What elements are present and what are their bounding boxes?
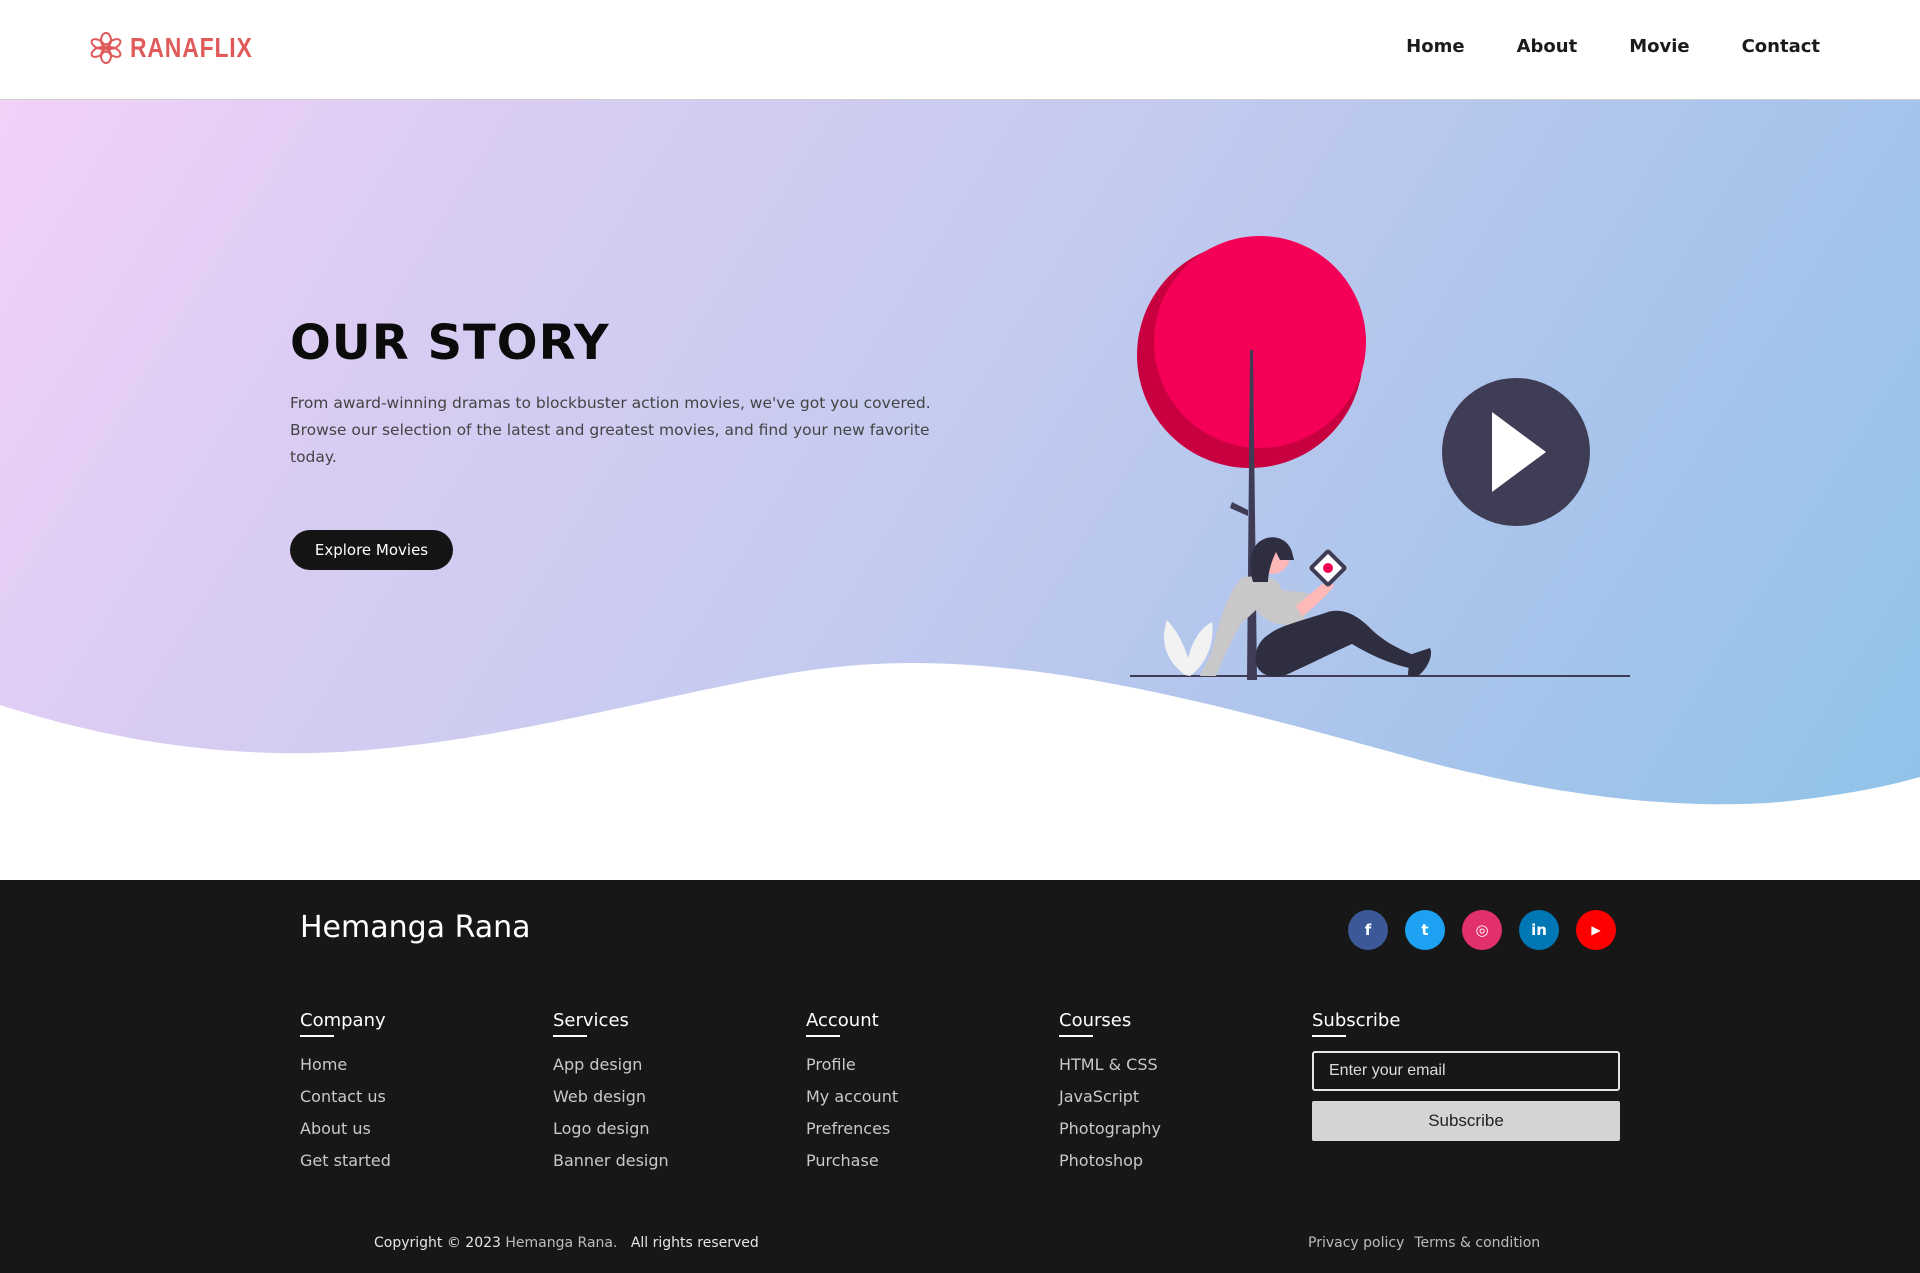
- footer-col-title: Account: [806, 1010, 879, 1037]
- footer-link[interactable]: Prefrences: [806, 1113, 1059, 1145]
- footer-columns: Company Home Contact us About us Get sta…: [300, 1010, 1312, 1177]
- copyright-name[interactable]: Hemanga Rana.: [505, 1235, 617, 1251]
- film-reel-icon: [90, 32, 122, 64]
- site-footer: Hemanga Rana f t ◎ in ▶ Company Home Con…: [0, 880, 1920, 1273]
- nav-contact[interactable]: Contact: [1742, 36, 1820, 57]
- logo[interactable]: RANAFLIX: [90, 31, 280, 65]
- footer-brand: Hemanga Rana: [300, 910, 531, 945]
- hero-title: OUR STORY: [290, 315, 610, 371]
- copyright: Copyright © 2023 Hemanga Rana. All right…: [374, 1235, 759, 1251]
- subscribe-section: Subscribe Subscribe: [1312, 1010, 1620, 1141]
- twitter-icon[interactable]: t: [1405, 910, 1445, 950]
- youtube-icon[interactable]: ▶: [1576, 910, 1616, 950]
- footer-col-account: Account Profile My account Prefrences Pu…: [806, 1010, 1059, 1177]
- footer-link[interactable]: Home: [300, 1049, 553, 1081]
- nav-about[interactable]: About: [1517, 36, 1578, 57]
- terms-link[interactable]: Terms & condition: [1414, 1235, 1540, 1251]
- footer-link[interactable]: Photoshop: [1059, 1145, 1312, 1177]
- footer-link[interactable]: JavaScript: [1059, 1081, 1312, 1113]
- footer-col-services: Services App design Web design Logo desi…: [553, 1010, 806, 1177]
- footer-link[interactable]: Profile: [806, 1049, 1059, 1081]
- legal-links: Privacy policy Terms & condition: [1308, 1235, 1540, 1251]
- hero-description: From award-winning dramas to blockbuster…: [290, 394, 931, 466]
- footer-link[interactable]: Web design: [553, 1081, 806, 1113]
- footer-link[interactable]: My account: [806, 1081, 1059, 1113]
- footer-col-courses: Courses HTML & CSS JavaScript Photograph…: [1059, 1010, 1312, 1177]
- footer-link[interactable]: Photography: [1059, 1113, 1312, 1145]
- footer-link[interactable]: Logo design: [553, 1113, 806, 1145]
- email-input[interactable]: [1312, 1051, 1620, 1091]
- footer-link[interactable]: Contact us: [300, 1081, 553, 1113]
- nav-movie[interactable]: Movie: [1629, 36, 1689, 57]
- footer-link[interactable]: Get started: [300, 1145, 553, 1177]
- copyright-suffix: All rights reserved: [630, 1235, 759, 1251]
- logo-text: RANAFLIX: [130, 32, 253, 63]
- footer-col-title: Courses: [1059, 1010, 1131, 1037]
- hero-section: OUR STORY From award-winning dramas to b…: [0, 100, 1920, 880]
- social-links: f t ◎ in ▶: [1348, 910, 1616, 950]
- main-nav: Home About Movie Contact: [1406, 36, 1820, 57]
- subscribe-title: Subscribe: [1312, 1010, 1400, 1037]
- linkedin-icon[interactable]: in: [1519, 910, 1559, 950]
- footer-col-title: Company: [300, 1010, 386, 1037]
- facebook-icon[interactable]: f: [1348, 910, 1388, 950]
- footer-link[interactable]: HTML & CSS: [1059, 1049, 1312, 1081]
- subscribe-button[interactable]: Subscribe: [1312, 1101, 1620, 1141]
- copyright-prefix: Copyright © 2023: [374, 1235, 501, 1251]
- instagram-icon[interactable]: ◎: [1462, 910, 1502, 950]
- footer-col-title: Services: [553, 1010, 629, 1037]
- site-header: RANAFLIX Home About Movie Contact: [0, 0, 1920, 100]
- nav-home[interactable]: Home: [1406, 36, 1464, 57]
- footer-link[interactable]: About us: [300, 1113, 553, 1145]
- hero-illustration: [1130, 236, 1630, 680]
- footer-link[interactable]: Purchase: [806, 1145, 1059, 1177]
- footer-link[interactable]: App design: [553, 1049, 806, 1081]
- privacy-policy-link[interactable]: Privacy policy: [1308, 1235, 1404, 1251]
- footer-col-company: Company Home Contact us About us Get sta…: [300, 1010, 553, 1177]
- explore-movies-button[interactable]: Explore Movies: [290, 530, 453, 570]
- footer-link[interactable]: Banner design: [553, 1145, 806, 1177]
